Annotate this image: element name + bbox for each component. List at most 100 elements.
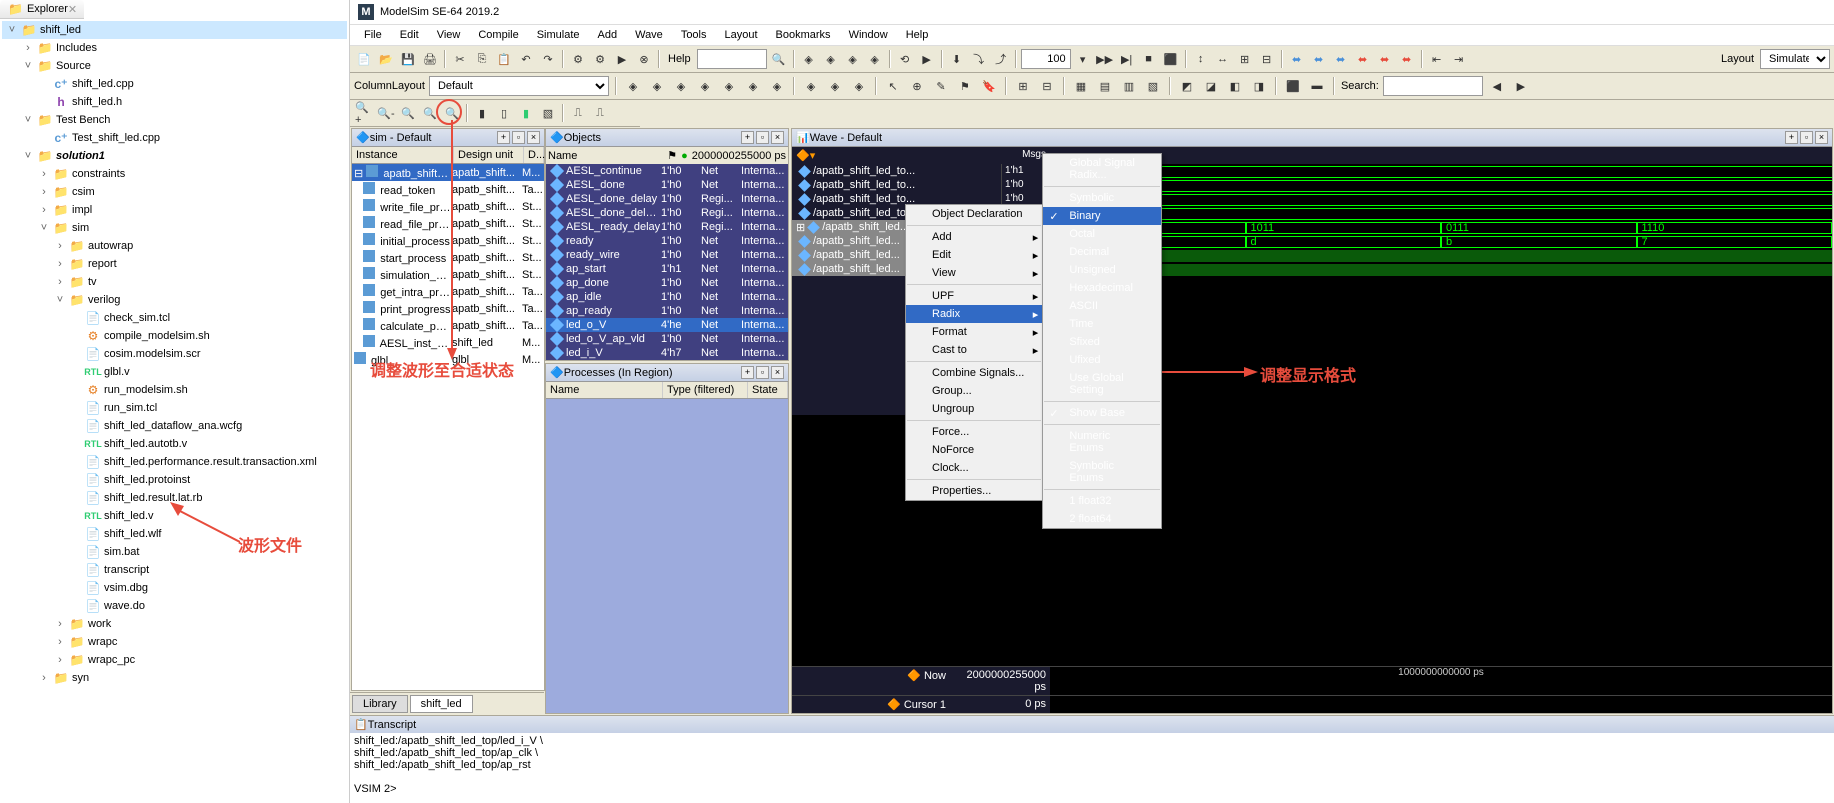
zoom-in-icon[interactable]: 🔍+ [354,103,374,123]
wave-nav-icon[interactable]: ⬌ [1397,49,1417,69]
tree-item[interactable]: ›📁work [2,615,347,633]
instance-row[interactable]: glblglblM... [352,351,544,368]
wave-signal[interactable]: /apatb_shift_led_to... [792,178,1001,192]
wave-nav-icon[interactable]: ⬌ [1375,49,1395,69]
tool-icon[interactable]: ◈ [799,49,819,69]
tree-item[interactable]: ›📁wrapc [2,633,347,651]
wave-nav-icon[interactable]: ⬌ [1331,49,1351,69]
object-row[interactable]: ap_ready1'h0NetInterna... [546,304,788,318]
tree-item[interactable]: 📄transcript [2,561,347,579]
tool-icon[interactable]: ◈ [865,49,885,69]
tree-item[interactable]: ˅📁shift_led [2,21,347,39]
pane-add-icon[interactable]: + [741,131,754,144]
subctx-ufixed[interactable]: Ufixed [1043,351,1161,369]
ctx-force-[interactable]: Force... [906,423,1042,441]
new-icon[interactable]: 📄 [354,49,374,69]
break-icon[interactable]: ⊗ [634,49,654,69]
processes-body[interactable] [546,399,788,713]
menu-help[interactable]: Help [898,27,937,43]
tree-item[interactable]: ›📁impl [2,201,347,219]
ctx-combine-signals-[interactable]: Combine Signals... [906,364,1042,382]
step-icon[interactable]: ⬇ [947,49,967,69]
ctx-clock-[interactable]: Clock... [906,459,1042,477]
expand-icon[interactable]: ⊞ [1235,49,1255,69]
run-all-icon[interactable]: ▶▶ [1095,49,1115,69]
ctx-add[interactable]: Add [906,228,1042,246]
tb-icon[interactable]: ◈ [825,76,845,96]
instance-row[interactable]: initial_processapatb_shift...St... [352,232,544,249]
menu-tools[interactable]: Tools [673,27,715,43]
tree-item[interactable]: RTLshift_led.v [2,507,347,525]
compile-icon[interactable]: ⚙ [568,49,588,69]
menu-wave[interactable]: Wave [627,27,671,43]
columnlayout-select[interactable]: Default [429,76,609,96]
tb-icon[interactable]: ◈ [671,76,691,96]
wave-format-icon[interactable]: ▮ [472,103,492,123]
tree-item[interactable]: ⚙compile_modelsim.sh [2,327,347,345]
pane-icon[interactable]: ▥ [1119,76,1139,96]
pane-close-icon[interactable]: × [1815,131,1828,144]
wave-nav-icon[interactable]: ⬌ [1287,49,1307,69]
tab-library[interactable]: Library [352,695,408,713]
pane-undock-icon[interactable]: ▫ [1800,131,1813,144]
object-row[interactable]: led_i_V4'h7NetInterna... [546,346,788,360]
pane-undock-icon[interactable]: ▫ [756,131,769,144]
paste-icon[interactable]: 📋 [494,49,514,69]
wave-nav-icon[interactable]: ⬌ [1353,49,1373,69]
wave-signal[interactable]: /apatb_shift_led_to... [792,164,1001,178]
object-row[interactable]: AESL_continue1'h0NetInterna... [546,164,788,178]
redo-icon[interactable]: ↷ [538,49,558,69]
object-row[interactable]: ap_idle1'h0NetInterna... [546,290,788,304]
pane-close-icon[interactable]: × [771,131,784,144]
cursor-tool-icon[interactable]: ↕ [1191,49,1211,69]
tab-shift-led[interactable]: shift_led [410,695,473,713]
tree-item[interactable]: 📄shift_led.performance.result.transactio… [2,453,347,471]
wave-cursor-row[interactable]: 🔶 Cursor 1 0 ps [792,695,1832,713]
marker-icon[interactable]: ⚑ [955,76,975,96]
menu-simulate[interactable]: Simulate [529,27,588,43]
object-row[interactable]: AESL_ready_delay1'h0Regi...Interna... [546,220,788,234]
tree-item[interactable]: 📄shift_led.protoinst [2,471,347,489]
tree-item[interactable]: 📄shift_led.wlf [2,525,347,543]
menu-file[interactable]: File [356,27,390,43]
tree-item[interactable]: 📄wave.do [2,597,347,615]
tree-item[interactable]: 📄sim.bat [2,543,347,561]
step-out-icon[interactable]: ⤴ [991,49,1011,69]
object-row[interactable]: led_o_V_ap_vld1'h0NetInterna... [546,332,788,346]
tree-item[interactable]: ›📁tv [2,273,347,291]
object-row[interactable]: ap_start1'h1NetInterna... [546,262,788,276]
search-next-icon[interactable]: ▶ [1511,76,1531,96]
cursor-icon[interactable]: ↖ [883,76,903,96]
ctx-object-declaration[interactable]: Object Declaration [906,205,1042,223]
instance-row[interactable]: start_processapatb_shift...St... [352,249,544,266]
tree-item[interactable]: ˅📁sim [2,219,347,237]
transcript-body[interactable]: shift_led:/apatb_shift_led_top/led_i_V \… [350,733,1834,803]
edge-icon[interactable]: ⎍ [568,103,588,123]
tool-icon[interactable]: ◈ [821,49,841,69]
tree-item[interactable]: 📄shift_led_dataflow_ana.wcfg [2,417,347,435]
wave-nav-icon[interactable]: ⬌ [1309,49,1329,69]
subctx-1-float32[interactable]: 1 float32 [1043,492,1161,510]
tb-icon[interactable]: ◈ [849,76,869,96]
instance-row[interactable]: AESL_inst_shift...shift_ledM... [352,334,544,351]
stop-icon[interactable]: ⬛ [1161,49,1181,69]
subctx-decimal[interactable]: Decimal [1043,243,1161,261]
tree-item[interactable]: c⁺shift_led.cpp [2,75,347,93]
pane-icon[interactable]: ⊞ [1013,76,1033,96]
pane-add-icon[interactable]: + [497,131,510,144]
object-row[interactable]: AESL_done_delay1'h0Regi...Interna... [546,192,788,206]
tree-item[interactable]: ›📁Includes [2,39,347,57]
menu-window[interactable]: Window [841,27,896,43]
subctx-ascii[interactable]: ASCII [1043,297,1161,315]
menu-compile[interactable]: Compile [470,27,526,43]
subctx-unsigned[interactable]: Unsigned [1043,261,1161,279]
object-row[interactable]: led_o_V4'heNetInterna... [546,318,788,332]
instance-row[interactable]: read_file_proc...apatb_shift...St... [352,215,544,232]
wave-format-icon[interactable]: ▮ [516,103,536,123]
file-tree[interactable]: ˅📁shift_led›📁Includes˅📁Sourcec⁺shift_led… [0,19,349,803]
pane-icon[interactable]: ◧ [1225,76,1245,96]
pane-icon[interactable]: ◨ [1249,76,1269,96]
copy-icon[interactable]: ⎘ [472,49,492,69]
open-icon[interactable]: 📂 [376,49,396,69]
restart-icon[interactable]: ⟲ [895,49,915,69]
